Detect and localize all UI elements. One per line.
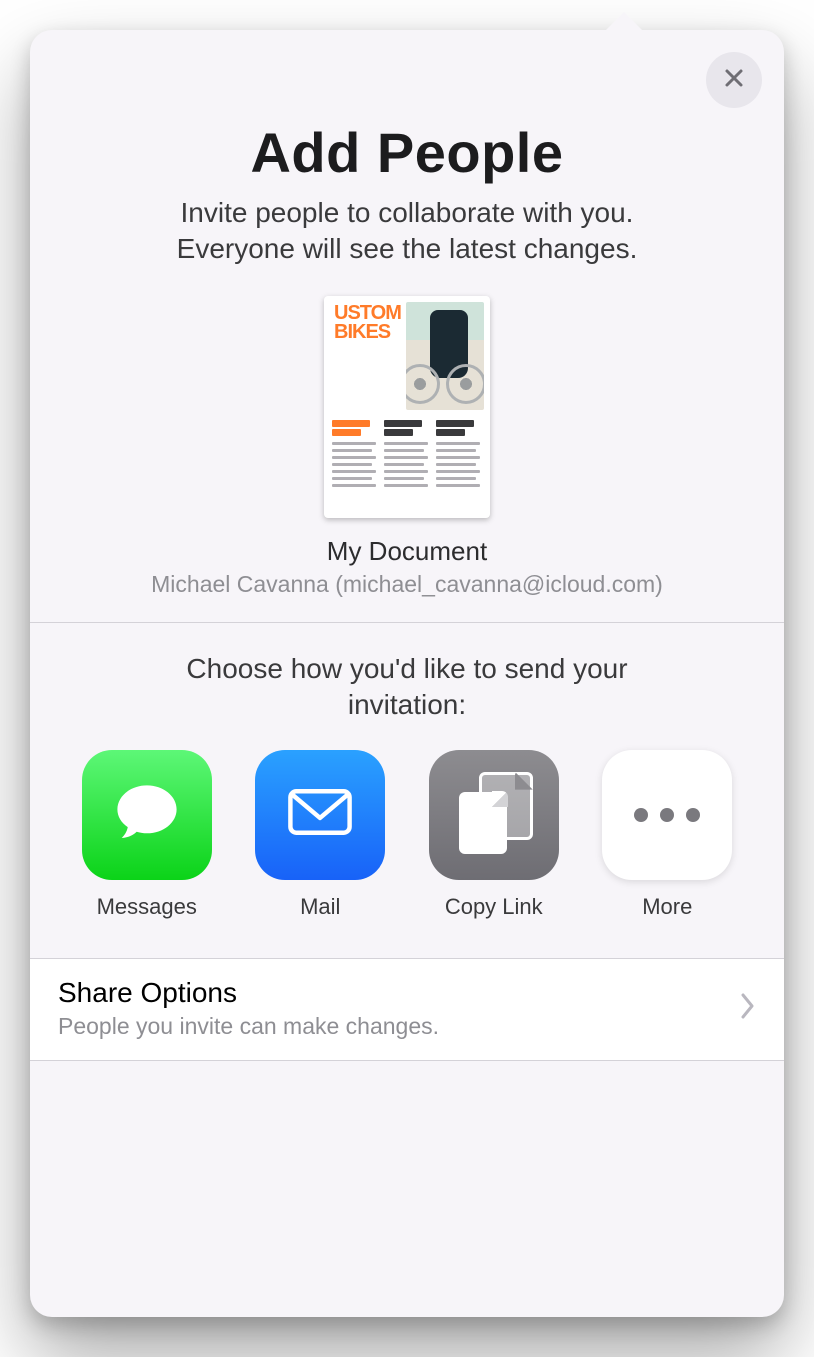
document-preview: USTOM BIKES My Document bbox=[70, 296, 744, 598]
document-thumbnail: USTOM BIKES bbox=[324, 296, 490, 518]
copy-link-button[interactable]: Copy Link bbox=[423, 750, 565, 920]
add-people-popover: Add People Invite people to collaborate … bbox=[30, 30, 784, 1317]
chevron-right-icon bbox=[740, 992, 756, 1025]
choose-invitation-label: Choose how you'd like to send your invit… bbox=[127, 651, 687, 724]
more-label: More bbox=[597, 894, 739, 920]
thumb-title-line2: BIKES bbox=[334, 323, 401, 342]
messages-icon bbox=[110, 775, 184, 854]
close-icon bbox=[722, 66, 746, 95]
mail-icon bbox=[283, 775, 357, 854]
thumb-title-line1: USTOM bbox=[334, 304, 401, 323]
document-name: My Document bbox=[70, 536, 744, 567]
section-divider bbox=[30, 622, 784, 623]
mail-button[interactable]: Mail bbox=[250, 750, 392, 920]
share-options-subtitle: People you invite can make changes. bbox=[58, 1013, 439, 1040]
more-icon bbox=[634, 808, 700, 822]
page-title: Add People bbox=[70, 120, 744, 185]
close-button[interactable] bbox=[706, 52, 762, 108]
messages-button[interactable]: Messages bbox=[76, 750, 218, 920]
mail-label: Mail bbox=[250, 894, 392, 920]
copy-link-icon bbox=[459, 772, 529, 858]
share-options-title: Share Options bbox=[58, 977, 439, 1009]
page-subtitle: Invite people to collaborate with you. E… bbox=[127, 195, 687, 268]
messages-label: Messages bbox=[76, 894, 218, 920]
copy-link-label: Copy Link bbox=[423, 894, 565, 920]
more-button[interactable]: More bbox=[597, 750, 739, 920]
share-options-row[interactable]: Share Options People you invite can make… bbox=[30, 958, 784, 1061]
thumb-photo bbox=[406, 302, 484, 410]
invitation-methods: Messages Mail Co bbox=[70, 750, 744, 950]
document-owner: Michael Cavanna (michael_cavanna@icloud.… bbox=[70, 571, 744, 598]
